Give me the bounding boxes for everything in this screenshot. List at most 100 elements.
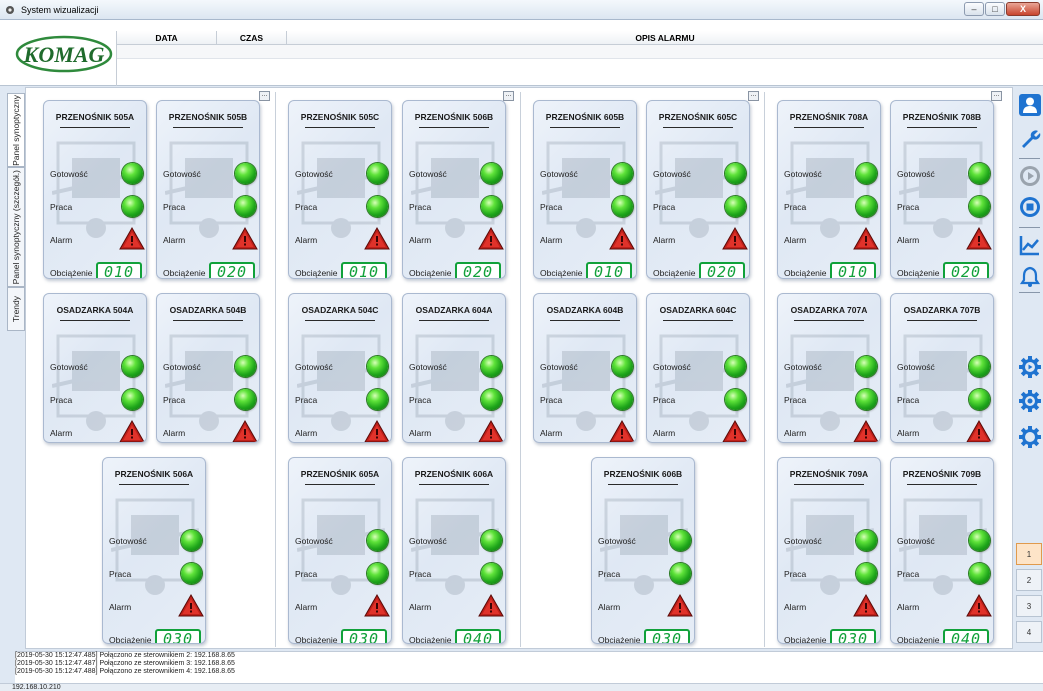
section-2-menu-button[interactable]: ... (503, 91, 514, 101)
page-button-2[interactable]: 2 (1016, 569, 1042, 591)
page-button-1[interactable]: 1 (1016, 543, 1042, 565)
section-4-menu-button[interactable]: ... (991, 91, 1002, 101)
page-button-3[interactable]: 3 (1016, 595, 1042, 617)
ready-indicator-lamp (181, 530, 202, 551)
work-label: Praca (163, 395, 186, 405)
device-card[interactable]: PRZENOŚNIK 605A Gotowość Praca Alarm Obciąże… (288, 457, 392, 644)
ready-label: Gotowość (409, 536, 447, 546)
section-1-menu-button[interactable]: ... (259, 91, 270, 101)
stop-icon[interactable] (1018, 195, 1042, 219)
alarm-warning-icon (478, 419, 504, 442)
title-underline (907, 484, 977, 485)
play-icon[interactable] (1018, 164, 1042, 188)
device-card[interactable]: PRZENOŚNIK 505A Gotowość Praca Alarm Obciąże… (43, 100, 147, 279)
gear-play-icon[interactable] (1018, 355, 1042, 379)
device-card[interactable]: PRZENOŚNIK 506B Gotowość Praca Alarm Obciąże… (402, 100, 506, 279)
card-title: PRZENOŚNIK 505A (55, 112, 135, 122)
title-underline (419, 320, 489, 321)
tab-panel-synoptyczny-detail[interactable]: Panel synoptyczny (szczegół.) (7, 167, 25, 287)
work-label: Praca (540, 202, 563, 212)
device-card[interactable]: PRZENOŚNIK 709A Gotowość Praca Alarm Obciąże… (777, 457, 881, 644)
col-date[interactable]: DATA (117, 31, 217, 44)
device-card[interactable]: PRZENOŚNIK 708B Gotowość Praca Alarm Obciąże… (890, 100, 994, 279)
device-card[interactable]: OSADZARKA 504A Gotowość Praca Alarm (43, 293, 147, 443)
device-card[interactable]: OSADZARKA 707A Gotowość Praca Alarm (777, 293, 881, 443)
col-time[interactable]: CZAS (217, 31, 287, 44)
device-card[interactable]: PRZENOŚNIK 605C Gotowość Praca Alarm Obciąże… (646, 100, 750, 279)
ready-indicator-lamp (725, 163, 746, 184)
card-title: PRZENOŚNIK 709B (902, 469, 982, 479)
ready-label: Gotowość (653, 169, 691, 179)
work-indicator-lamp (235, 196, 256, 217)
card-title: PRZENOŚNIK 605C (658, 112, 738, 122)
device-card[interactable]: OSADZARKA 504C Gotowość Praca Alarm (288, 293, 392, 443)
section-divider (764, 92, 765, 647)
title-underline (305, 127, 375, 128)
device-card[interactable]: OSADZARKA 504B Gotowość Praca Alarm (156, 293, 260, 443)
ready-indicator-lamp (969, 530, 990, 551)
alarm-label: Alarm (653, 235, 676, 245)
section-3-menu-button[interactable]: ... (748, 91, 759, 101)
card-title: PRZENOŚNIK 505B (168, 112, 248, 122)
alarm-warning-icon (667, 593, 693, 617)
alarm-label: Alarm (295, 602, 318, 612)
work-indicator-lamp (725, 389, 746, 410)
minimize-button[interactable]: – (964, 2, 984, 16)
work-indicator-lamp (670, 563, 691, 584)
tab-trendy[interactable]: Trendy (7, 287, 25, 331)
device-card[interactable]: PRZENOŚNIK 505B Gotowość Praca Alarm Obciąże… (156, 100, 260, 279)
window-title: System wizualizacji (21, 4, 99, 15)
alarm-warning-icon (853, 593, 879, 617)
alarm-row[interactable] (117, 45, 1043, 59)
device-card[interactable]: OSADZARKA 604A Gotowość Praca Alarm (402, 293, 506, 443)
device-card[interactable]: PRZENOŚNIK 709B Gotowość Praca Alarm Obciąże… (890, 457, 994, 644)
gear-outline-icon[interactable] (1018, 425, 1042, 449)
bell-icon[interactable] (1018, 265, 1042, 289)
col-alarm-desc[interactable]: OPIS ALARMU (287, 31, 1043, 44)
device-card[interactable]: PRZENOŚNIK 506A Gotowość Praca Alarm Obciąże… (102, 457, 206, 644)
alarm-table[interactable]: DATA CZAS OPIS ALARMU (116, 31, 1043, 86)
user-icon[interactable] (1018, 93, 1042, 117)
device-card[interactable]: PRZENOŚNIK 606B Gotowość Praca Alarm Obciąże… (591, 457, 695, 644)
work-label: Praca (409, 395, 432, 405)
device-card[interactable]: OSADZARKA 604B Gotowość Praca Alarm (533, 293, 637, 443)
title-underline (173, 320, 243, 321)
alarm-warning-icon (853, 226, 879, 250)
title-underline (305, 320, 375, 321)
ready-label: Gotowość (897, 536, 935, 546)
device-card[interactable]: PRZENOŚNIK 708A Gotowość Praca Alarm Obciąże… (777, 100, 881, 279)
device-card[interactable]: PRZENOŚNIK 505C Gotowość Praca Alarm Obciąże… (288, 100, 392, 279)
work-indicator-lamp (481, 389, 502, 410)
work-indicator-lamp (612, 389, 633, 410)
ready-label: Gotowość (50, 362, 88, 372)
maximize-button[interactable]: □ (985, 2, 1005, 16)
load-label: Obciążenie (540, 268, 583, 278)
alarm-label: Alarm (540, 235, 563, 245)
title-underline (173, 127, 243, 128)
card-title: OSADZARKA 504C (301, 305, 379, 315)
close-button[interactable]: X (1006, 2, 1040, 16)
device-card[interactable]: OSADZARKA 707B Gotowość Praca Alarm (890, 293, 994, 443)
work-indicator-lamp (969, 389, 990, 410)
gear-icon[interactable] (1018, 389, 1042, 413)
load-display: 040 (943, 629, 989, 643)
load-display: 030 (644, 629, 690, 643)
device-card[interactable]: OSADZARKA 604C Gotowość Praca Alarm (646, 293, 750, 443)
ready-indicator-lamp (856, 163, 877, 184)
work-indicator-lamp (856, 196, 877, 217)
work-label: Praca (897, 395, 920, 405)
device-card[interactable]: PRZENOŚNIK 606A Gotowość Praca Alarm Obciąże… (402, 457, 506, 644)
wrench-icon[interactable] (1018, 127, 1042, 151)
work-label: Praca (897, 202, 920, 212)
load-label: Obciążenie (784, 635, 827, 644)
title-bar: System wizualizacji – □ X (0, 0, 1043, 20)
work-label: Praca (409, 569, 432, 579)
alarm-label: Alarm (409, 428, 432, 438)
work-label: Praca (784, 395, 807, 405)
trend-chart-icon[interactable] (1018, 233, 1042, 257)
event-log[interactable]: [2019-05-30 15:12:47.485] Połączono ze s… (15, 651, 1043, 683)
tab-panel-synoptyczny[interactable]: Panel synoptyczny (7, 93, 25, 167)
card-title: OSADZARKA 604C (659, 305, 737, 315)
page-button-4[interactable]: 4 (1016, 621, 1042, 643)
device-card[interactable]: PRZENOŚNIK 605B Gotowość Praca Alarm Obciąże… (533, 100, 637, 279)
